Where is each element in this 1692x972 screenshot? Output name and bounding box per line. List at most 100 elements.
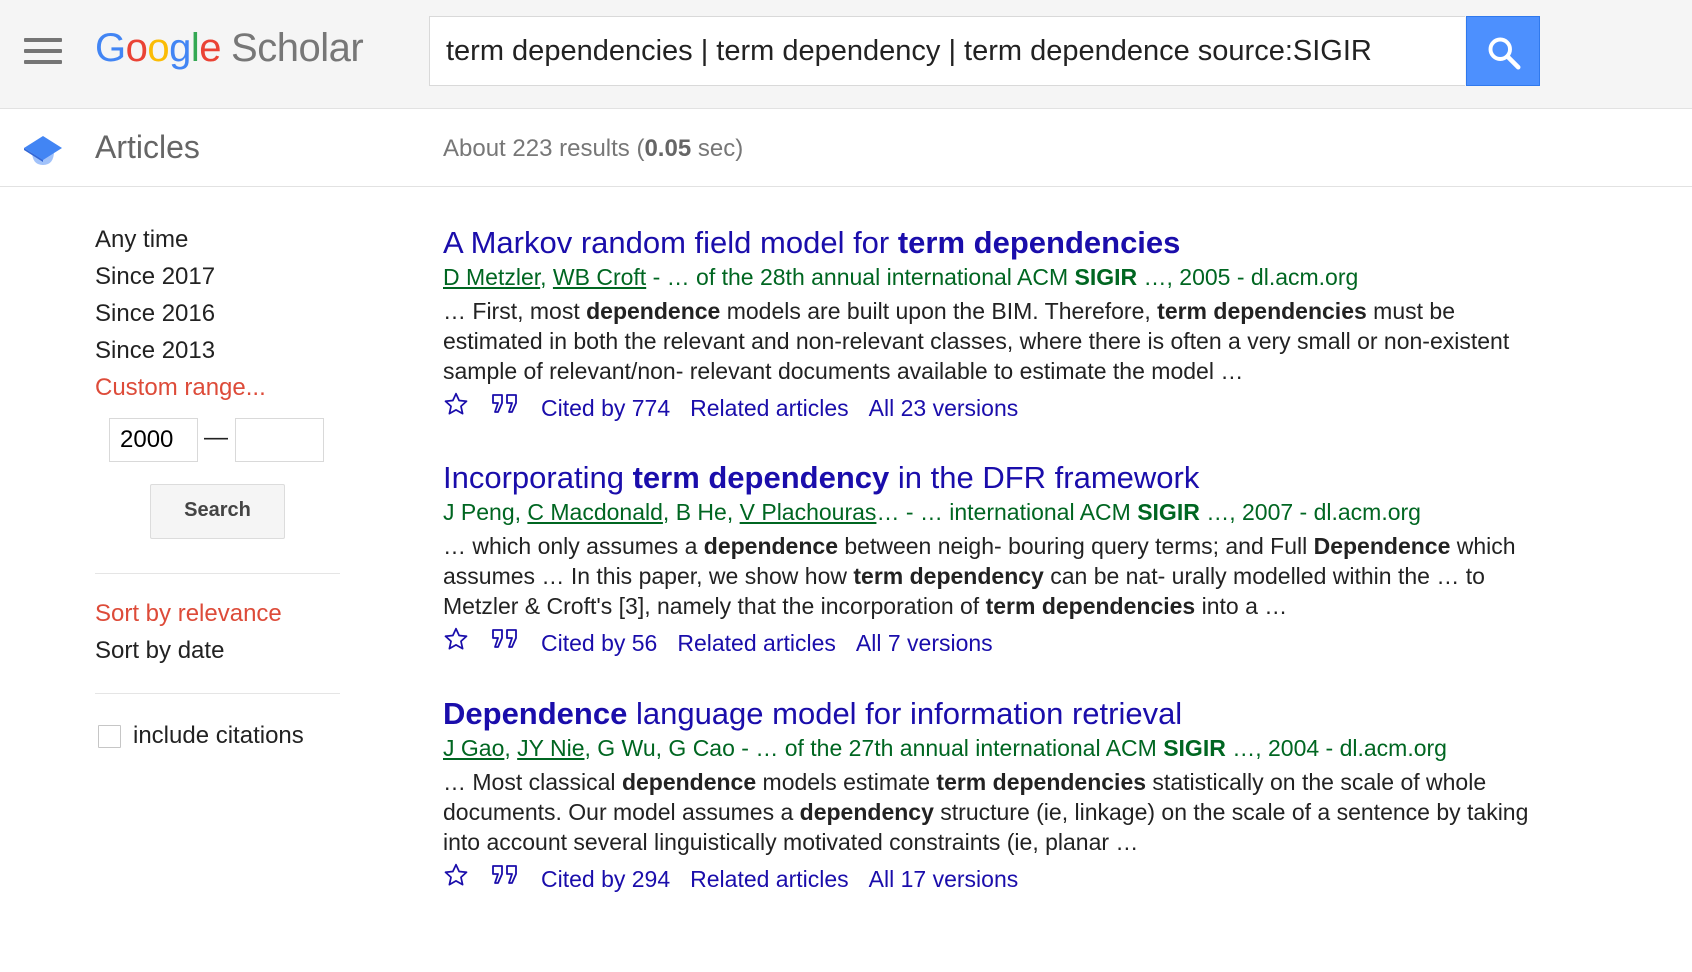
text-run: , B He, (662, 499, 740, 525)
text-run: - … of the 28th annual international ACM (646, 264, 1075, 290)
result-snippet: … which only assumes a dependence betwee… (443, 531, 1543, 621)
sort-by-date[interactable]: Sort by date (95, 637, 224, 665)
search-button[interactable] (1466, 16, 1540, 86)
text-run: … First, most (443, 298, 587, 324)
text-run: models estimate (756, 769, 937, 795)
text-run: , (504, 735, 518, 761)
highlighted-term: SIGIR (1163, 735, 1226, 761)
range-to-input[interactable] (235, 418, 324, 462)
highlighted-term: term dependencies (936, 769, 1147, 795)
highlighted-term: term dependencies (1157, 298, 1367, 324)
results-count: About 223 results (0.05 sec) (443, 135, 744, 162)
text-run: … which only assumes a (443, 533, 704, 559)
range-from-input[interactable] (109, 418, 198, 462)
text-run: J Peng, (443, 499, 528, 525)
text-run: , G Wu, G Cao - … of the 27th annual int… (584, 735, 1164, 761)
highlighted-term: dependency (799, 799, 934, 825)
search-icon (1488, 37, 1521, 70)
result-title-link[interactable]: Incorporating term dependency in the DFR… (443, 460, 1543, 496)
result-item: Dependence language model for informatio… (443, 696, 1543, 892)
search-field[interactable] (429, 16, 1465, 86)
custom-range-inputs: — (95, 418, 340, 478)
cite-quote-icon[interactable] (491, 863, 519, 894)
text-run: between neigh- bouring query terms; and … (838, 533, 1314, 559)
related-articles-link[interactable]: Related articles (690, 393, 849, 423)
filter-any-time[interactable]: Any time (95, 225, 340, 262)
save-star-icon[interactable] (443, 391, 469, 424)
related-articles-link[interactable]: Related articles (677, 628, 836, 658)
related-articles-link[interactable]: Related articles (690, 864, 849, 894)
filter-since-2016[interactable]: Since 2016 (95, 299, 340, 336)
google-scholar-logo[interactable]: Google Scholar (95, 26, 364, 71)
result-authors-source: J Gao, JY Nie, G Wu, G Cao - … of the 27… (443, 733, 1543, 763)
graduation-cap-icon (24, 136, 62, 165)
include-citations-label: include citations (133, 722, 304, 749)
text-run: language model for information retrieval (627, 696, 1183, 731)
result-actions: Cited by 774 Related articles All 23 versi… (443, 391, 1543, 421)
text-run: …, 2007 - dl.acm.org (1199, 499, 1421, 525)
text-run: … - … international ACM (876, 499, 1138, 525)
filter-since-2013[interactable]: Since 2013 (95, 336, 340, 373)
result-actions: Cited by 56 Related articles All 7 version… (443, 626, 1543, 656)
text-run: … Most classical (443, 769, 622, 795)
text-run: in the DFR framework (889, 460, 1200, 495)
highlighted-term: term dependency (853, 563, 1044, 589)
sidebar-divider (95, 573, 340, 574)
hamburger-menu-icon[interactable] (24, 38, 62, 64)
sidebar-divider (95, 693, 340, 694)
text-run: …, 2004 - dl.acm.org (1225, 735, 1447, 761)
highlighted-term: Dependence (443, 696, 628, 731)
text-run: models are built upon the BIM. Therefore… (720, 298, 1158, 324)
text-run: A Markov random field model for (443, 225, 898, 260)
range-search-button[interactable]: Search (150, 484, 285, 539)
text-run: …, 2005 - dl.acm.org (1137, 264, 1359, 290)
include-citations-toggle[interactable]: include citations (98, 722, 304, 750)
author-link[interactable]: V Plachouras (740, 499, 877, 525)
result-authors-source: D Metzler, WB Croft - … of the 28th annu… (443, 262, 1543, 292)
all-versions-link[interactable]: All 23 versions (869, 393, 1019, 423)
text-run: Incorporating (443, 460, 633, 495)
cited-by-link[interactable]: Cited by 294 (541, 864, 670, 894)
result-authors-source: J Peng, C Macdonald, B He, V Plachouras…… (443, 497, 1543, 527)
save-star-icon[interactable] (443, 626, 469, 659)
result-title-link[interactable]: Dependence language model for informatio… (443, 696, 1543, 732)
subheader-bar: Articles About 223 results (0.05 sec) (0, 109, 1692, 187)
highlighted-term: SIGIR (1074, 264, 1138, 290)
filter-since-2017[interactable]: Since 2017 (95, 262, 340, 299)
result-title-link[interactable]: A Markov random field model for term dep… (443, 225, 1543, 261)
cite-quote-icon[interactable] (491, 392, 519, 423)
filter-custom-range[interactable]: Custom range... (95, 373, 340, 410)
search-input[interactable] (430, 17, 1465, 85)
author-link[interactable]: JY Nie (517, 735, 584, 761)
section-title: Articles (95, 129, 200, 165)
text-run: , (540, 264, 553, 290)
author-link[interactable]: WB Croft (553, 264, 646, 290)
all-versions-link[interactable]: All 17 versions (869, 864, 1019, 894)
highlighted-term: SIGIR (1137, 499, 1200, 525)
text-run: into a … (1195, 593, 1288, 619)
sort-by-relevance[interactable]: Sort by relevance (95, 600, 282, 628)
range-dash: — (204, 424, 228, 451)
cite-quote-icon[interactable] (491, 627, 519, 658)
cited-by-link[interactable]: Cited by 774 (541, 393, 670, 423)
author-link[interactable]: J Gao (443, 735, 504, 761)
result-snippet: … First, most dependence models are buil… (443, 296, 1543, 386)
top-bar: Google Scholar (0, 0, 1692, 109)
author-link[interactable]: D Metzler (443, 264, 540, 290)
include-citations-checkbox[interactable] (98, 725, 121, 749)
highlighted-term: dependence (703, 533, 838, 559)
save-star-icon[interactable] (443, 862, 469, 895)
result-actions: Cited by 294 Related articles All 17 versi… (443, 862, 1543, 892)
highlighted-term: Dependence (1313, 533, 1451, 559)
result-item: Incorporating term dependency in the DFR… (443, 460, 1543, 656)
cited-by-link[interactable]: Cited by 56 (541, 628, 657, 658)
logo-product-name: Scholar (231, 26, 364, 70)
author-link[interactable]: C Macdonald (527, 499, 663, 525)
highlighted-term: dependence (586, 298, 721, 324)
all-versions-link[interactable]: All 7 versions (856, 628, 993, 658)
filter-sidebar: Any time Since 2017 Since 2016 Since 201… (95, 225, 340, 749)
result-snippet: … Most classical dependence models estim… (443, 767, 1543, 857)
highlighted-term: term dependency (632, 460, 890, 495)
highlighted-term: term dependencies (897, 225, 1181, 260)
highlighted-term: dependence (621, 769, 757, 795)
